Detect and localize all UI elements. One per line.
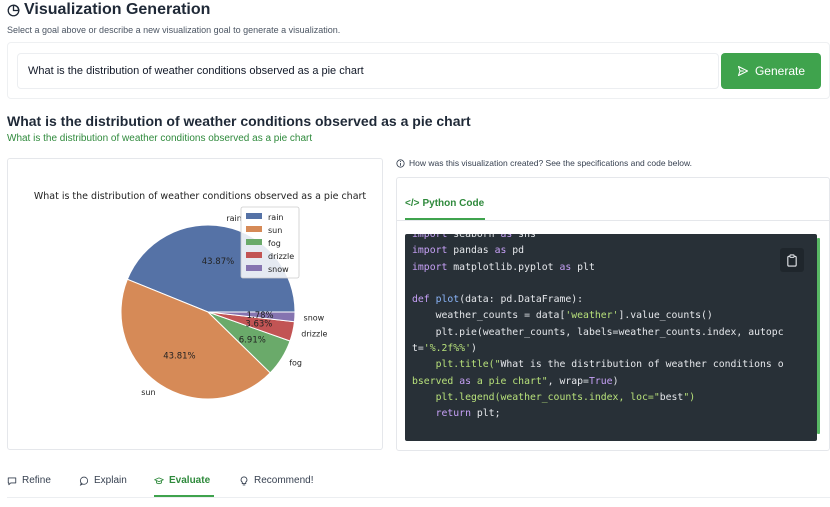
- tab-evaluate[interactable]: Evaluate: [154, 470, 214, 497]
- code-scrollbar[interactable]: [817, 238, 820, 434]
- legend-swatch: [246, 226, 262, 232]
- send-icon: [737, 65, 748, 77]
- generate-button-label: Generate: [754, 64, 806, 78]
- code-block[interactable]: import seaborn as sns import pandas as p…: [405, 234, 817, 441]
- pie-chart: What is the distribution of weather cond…: [34, 191, 367, 400]
- page-subtitle: Select a goal above or describe a new vi…: [7, 25, 341, 35]
- speech-bubble-icon: [79, 476, 89, 486]
- legend-item-rain: rain: [268, 213, 283, 222]
- legend-item-fog: fog: [268, 239, 281, 248]
- tab-explain-label: Explain: [94, 475, 127, 486]
- chart-pie-icon: [7, 4, 20, 16]
- tab-python-code-label: Python Code: [422, 198, 485, 209]
- slice-category-label: snow: [304, 313, 325, 322]
- info-line: How was this visualization created? See …: [396, 158, 692, 168]
- page-header: Visualization Generation Select a goal a…: [7, 0, 340, 35]
- slice-category-label: drizzle: [301, 329, 327, 338]
- chat-icon: [7, 477, 17, 486]
- generate-button[interactable]: Generate: [721, 53, 821, 89]
- visualization-subtitle: What is the distribution of weather cond…: [7, 133, 313, 144]
- info-icon: [396, 158, 405, 168]
- tab-recommend[interactable]: Recommend!: [239, 470, 313, 497]
- goal-bar: What is the distribution of weather cond…: [7, 42, 830, 99]
- slice-value-label: 43.81%: [163, 352, 195, 362]
- page-title: Visualization Generation: [7, 0, 210, 20]
- lightbulb-icon: [240, 476, 248, 486]
- legend-swatch: [246, 252, 262, 258]
- slice-value-label: 3.63%: [245, 320, 272, 330]
- tab-python-code[interactable]: </> Python Code: [405, 198, 484, 209]
- code-panel: </> Python Code import seaborn as sns im…: [396, 177, 830, 451]
- graduation-cap-icon: [154, 477, 164, 485]
- clipboard-icon: [787, 253, 797, 267]
- code-icon: </>: [405, 198, 420, 209]
- legend-swatch: [246, 265, 262, 271]
- visualization-title: What is the distribution of weather cond…: [7, 113, 471, 129]
- tab-evaluate-label: Evaluate: [169, 475, 211, 486]
- slice-category-label: rain: [226, 214, 241, 223]
- chart-title: What is the distribution of weather cond…: [34, 191, 367, 202]
- tab-explain[interactable]: Explain: [79, 470, 127, 497]
- goal-input[interactable]: What is the distribution of weather cond…: [17, 53, 719, 89]
- slice-category-label: sun: [141, 388, 155, 397]
- legend-item-snow: snow: [268, 265, 289, 274]
- legend-swatch: [246, 213, 262, 219]
- tab-refine-label: Refine: [22, 475, 51, 486]
- slice-value-label: 43.87%: [202, 257, 234, 267]
- info-text: How was this visualization created? See …: [409, 158, 693, 168]
- tab-divider: [397, 220, 829, 221]
- legend-item-drizzle: drizzle: [268, 252, 294, 261]
- code-text: import seaborn as sns import pandas as p…: [412, 234, 784, 420]
- chart-legend: rain sun fog drizzle snow: [240, 206, 300, 279]
- slice-category-label: fog: [289, 359, 302, 368]
- page-title-text: Visualization Generation: [24, 1, 211, 18]
- tab-refine[interactable]: Refine: [7, 470, 51, 497]
- slice-value-label: 6.91%: [239, 336, 266, 346]
- slice-value-label: 1.78%: [247, 311, 274, 321]
- legend-swatch: [246, 239, 262, 245]
- action-tabs: Refine Explain Evaluate Recommend!: [7, 470, 830, 498]
- tab-recommend-label: Recommend!: [254, 475, 314, 486]
- chart-panel: What is the distribution of weather cond…: [7, 158, 383, 450]
- copy-button[interactable]: [780, 248, 804, 272]
- legend-item-sun: sun: [268, 226, 282, 235]
